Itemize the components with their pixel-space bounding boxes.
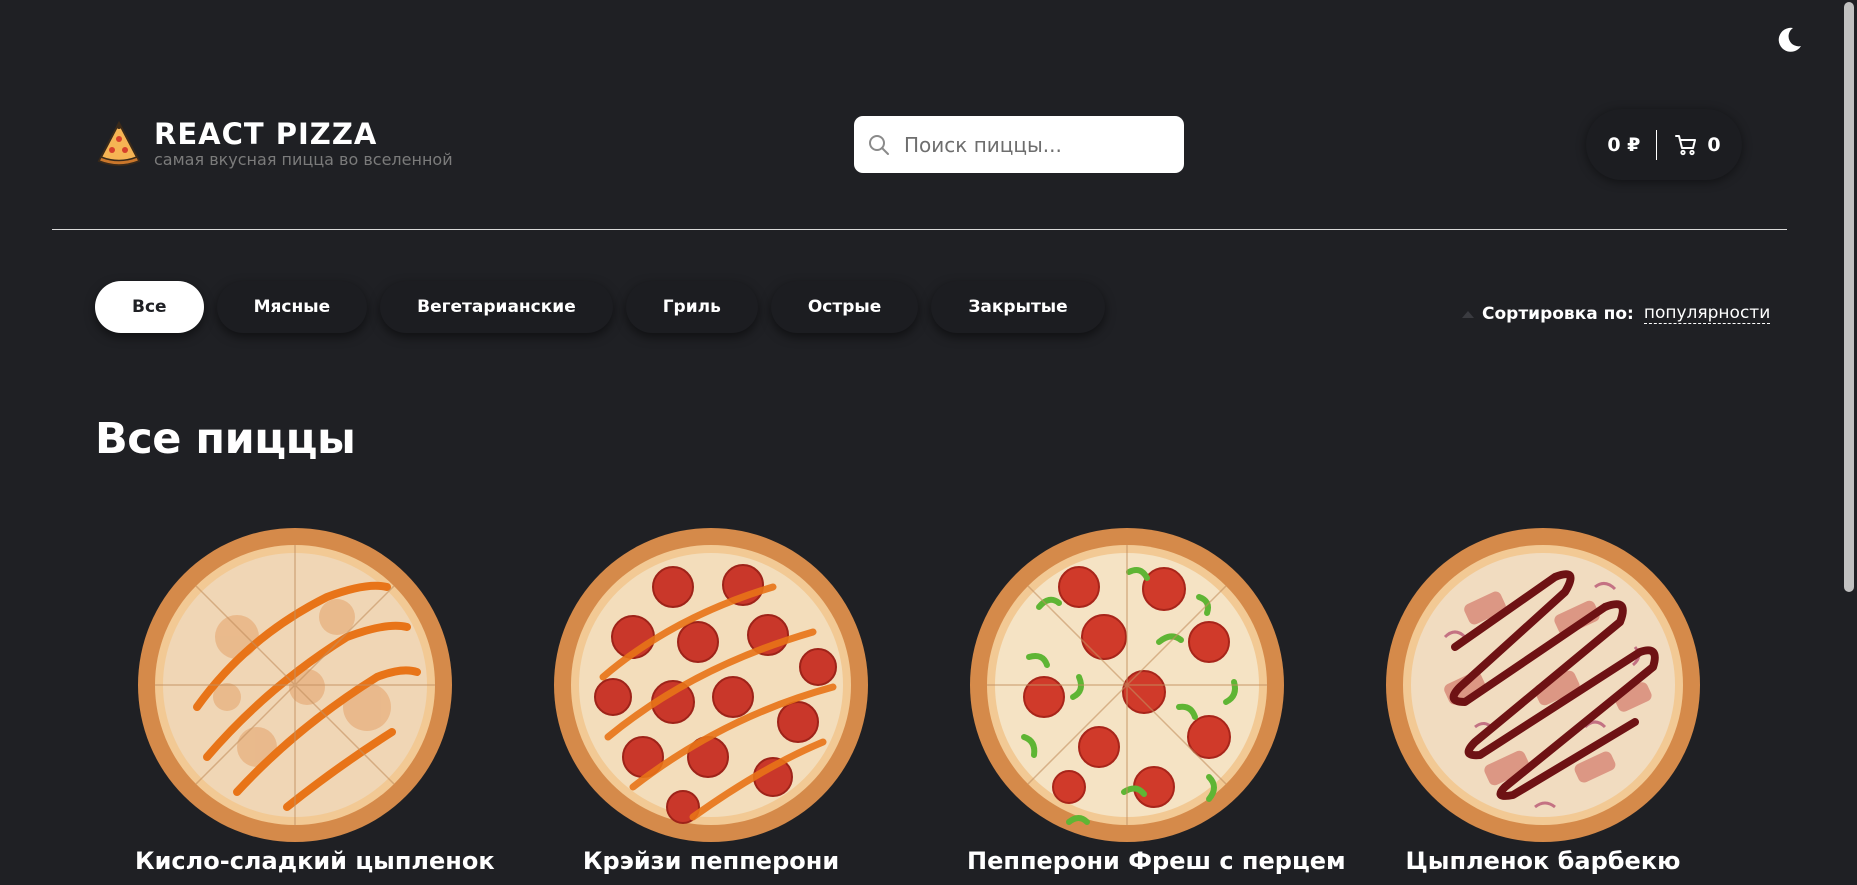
search-box[interactable] [854,116,1184,173]
cart-count: 0 [1707,133,1721,156]
sort-control: Сортировка по: популярности [1462,303,1771,324]
logo-title: REACT PIZZA [154,117,378,151]
category-list: Все Мясные Вегетарианские Гриль Острые З… [95,281,1118,333]
sort-value[interactable]: популярности [1643,303,1771,324]
category-closed[interactable]: Закрытые [931,281,1105,333]
pizza-image[interactable] [553,527,869,843]
pizza-name: Кисло-сладкий цыпленок [135,847,495,875]
category-grill[interactable]: Гриль [625,281,758,333]
logo-subtitle: самая вкусная пицца во вселенной [154,150,453,169]
pizza-slice-icon [97,120,141,166]
search-input[interactable] [904,132,1164,157]
category-all[interactable]: Все [95,281,204,333]
pizza-name: Пепперони Фреш с перцем [967,847,1346,875]
pizza-card[interactable]: Кисло-сладкий цыпленок [135,527,495,875]
scrollbar[interactable] [1841,0,1857,885]
cart-icon [1675,134,1697,155]
pizza-image[interactable] [969,527,1285,843]
pizza-name: Крэйзи пепперони [582,847,840,875]
logo[interactable]: REACT PIZZA самая вкусная пицца во вселе… [94,118,453,170]
moon-icon[interactable] [1773,24,1805,56]
cart-divider [1656,129,1658,160]
pizza-card[interactable]: Крэйзи пепперони [551,527,871,875]
sort-label: Сортировка по: [1482,303,1634,324]
pizza-card[interactable]: Цыпленок барбекю [1383,527,1703,875]
triangle-up-icon[interactable] [1462,310,1474,318]
cart-button[interactable]: 0 ₽ 0 [1586,109,1742,180]
pizza-image[interactable] [1385,527,1701,843]
pizza-name: Цыпленок барбекю [1405,847,1681,875]
search-icon [869,134,889,155]
category-meat[interactable]: Мясные [216,281,368,333]
category-spicy[interactable]: Острые [770,281,919,333]
header: REACT PIZZA самая вкусная пицца во вселе… [52,100,1787,230]
category-vegetarian[interactable]: Вегетарианские [380,281,613,333]
cart-price: 0 ₽ [1607,133,1641,156]
page-title: Все пиццы [95,414,356,464]
scrollbar-thumb[interactable] [1844,2,1854,592]
pizza-image[interactable] [137,527,453,843]
pizza-card[interactable]: Пепперони Фреш с перцем [967,527,1346,875]
